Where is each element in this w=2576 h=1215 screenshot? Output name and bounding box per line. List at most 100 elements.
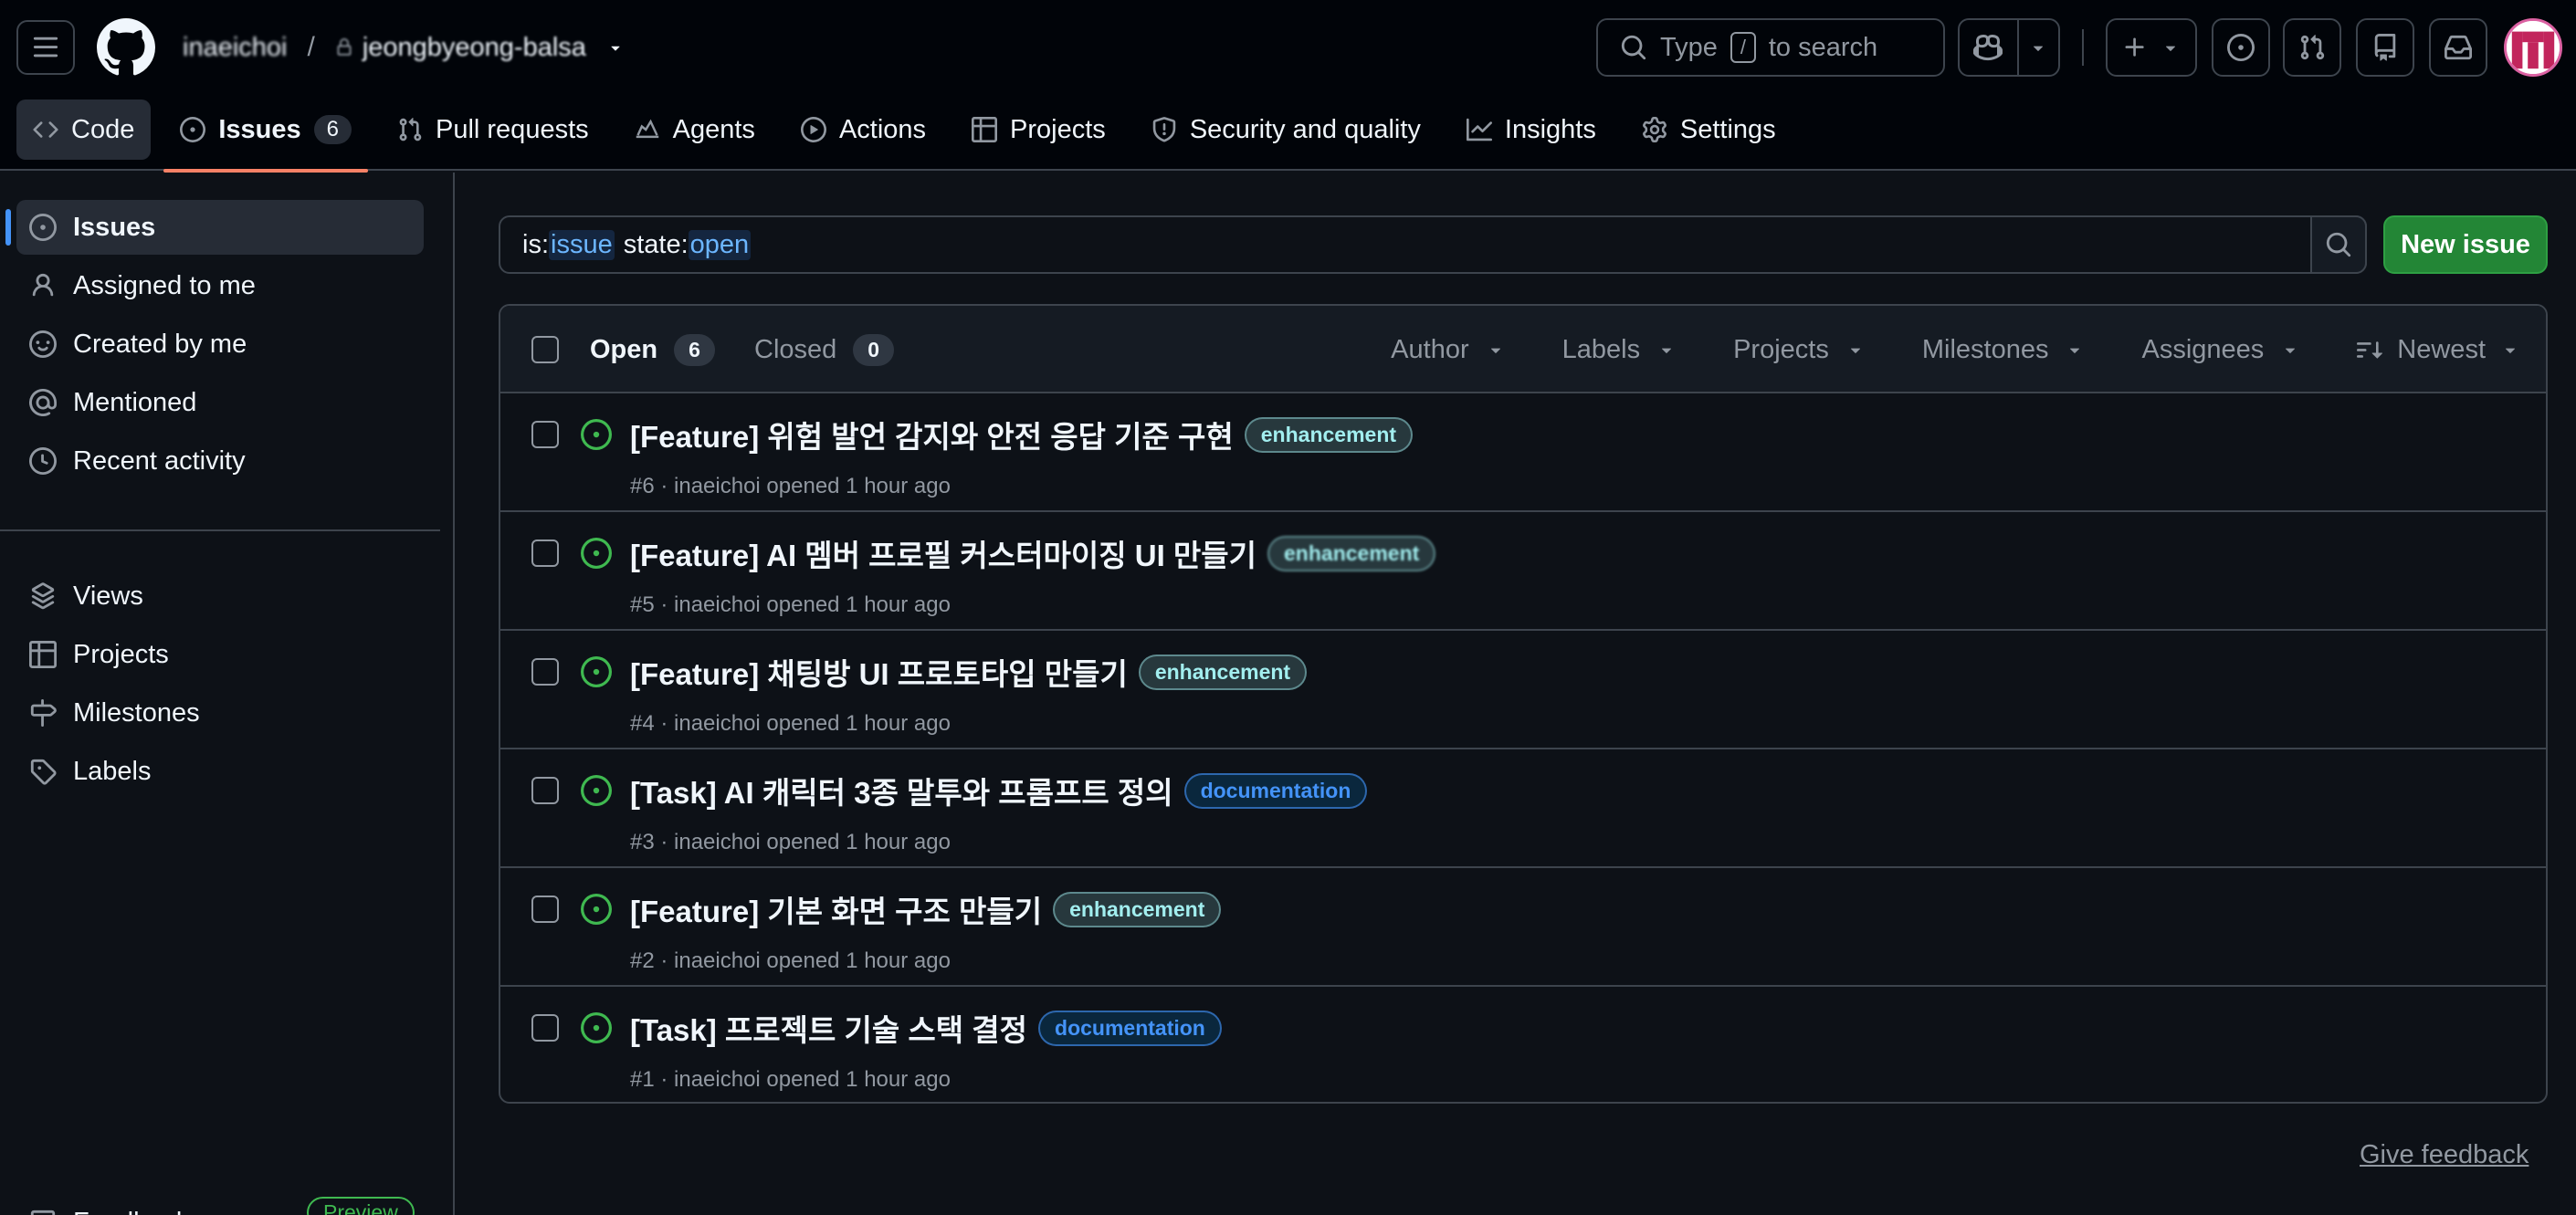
sidebar-item-label: Feedback [73,1208,189,1215]
sidebar-item-labels[interactable]: Labels [16,744,424,799]
breadcrumb-owner[interactable]: inaeichoi [183,33,287,63]
new-issue-button[interactable]: New issue [2383,215,2548,274]
triangle-down-icon [2034,46,2044,51]
sidebar-item-projects[interactable]: Projects [16,627,424,682]
issue-title-line: [Feature] 위험 발언 감지와 안전 응답 기준 구현 enhancem… [630,412,1414,457]
issue-checkbox[interactable] [531,1014,559,1042]
create-new-button[interactable] [2106,18,2197,77]
notifications-button[interactable] [2429,18,2487,77]
issues-list-header: Open 6 Closed 0 Author Labels Projects M… [500,306,2546,393]
tab-label: Insights [1504,114,1596,144]
repositories-button[interactable] [2356,18,2414,77]
query-key-state: state: [623,229,689,259]
filter-search-button[interactable] [2310,215,2367,274]
issue-title-link[interactable]: [Task] 프로젝트 기술 스택 결정 [630,1006,1027,1050]
triangle-down-icon [2165,46,2176,51]
repo-nav-tabs: Code Issues 6 Pull requests Agents Actio… [16,97,1805,173]
milestones-filter-dropdown[interactable]: Milestones [1922,335,2086,365]
issue-opened-icon [581,656,612,687]
labels-filter-dropdown[interactable]: Labels [1562,335,1677,365]
sidebar-divider [0,529,440,531]
issue-row[interactable]: [Feature] AI 멤버 프로필 커스터마이징 UI 만들기 enhanc… [500,512,2546,631]
sort-dropdown[interactable]: Newest [2357,335,2520,365]
sidebar-item-recent[interactable]: Recent activity [16,434,424,488]
sidebar-item-assigned[interactable]: Assigned to me [16,258,424,313]
tab-agents[interactable]: Agents [618,100,772,160]
triangle-down-icon [2505,348,2516,353]
filter-label: Author [1391,334,1469,364]
tab-label: Pull requests [435,114,589,144]
issue-title-link[interactable]: [Feature] 채팅방 UI 프로토타입 만들기 [630,650,1128,694]
global-search-input[interactable]: Type / to search [1596,18,1945,77]
sidebar-item-created[interactable]: Created by me [16,317,424,372]
search-shortcut-key: / [1730,32,1756,63]
closed-issues-tab[interactable]: Closed 0 [754,328,895,372]
sidebar-item-views[interactable]: Views [16,569,424,623]
copilot-dropdown-button[interactable] [2019,20,2058,75]
issue-title-link[interactable]: [Task] AI 캐릭터 3종 말투와 프롬프트 정의 [630,769,1173,812]
issue-opened-icon [180,117,206,142]
triangle-down-icon [1662,348,1672,353]
issue-label-badge[interactable]: enhancement [1244,416,1414,453]
issue-label-badge[interactable]: enhancement [1138,654,1308,690]
tab-insights[interactable]: Insights [1450,100,1613,160]
issue-title-line: [Feature] 기본 화면 구조 만들기 enhancement [630,886,1222,932]
menu-button[interactable] [16,20,75,75]
tab-projects[interactable]: Projects [955,100,1122,160]
issue-opened-icon [581,538,612,569]
issue-label-badge[interactable]: documentation [1038,1010,1222,1046]
sidebar-item-label: Assigned to me [73,270,256,300]
user-avatar[interactable] [2504,18,2562,77]
tab-settings[interactable]: Settings [1625,100,1793,160]
open-issues-tab[interactable]: Open 6 [590,328,715,372]
issue-opened-icon [581,775,612,806]
tab-issues-count: 6 [313,115,352,144]
copilot-button[interactable] [1960,20,2019,75]
code-icon [33,121,58,138]
tab-issues[interactable]: Issues 6 [163,100,368,173]
github-logo-icon[interactable] [97,18,155,77]
issue-row[interactable]: [Task] 프로젝트 기술 스택 결정 documentation #1 · … [500,987,2546,1102]
sidebar-item-milestones[interactable]: Milestones [16,686,424,740]
select-all-checkbox[interactable] [531,336,559,363]
issue-checkbox[interactable] [531,658,559,686]
issue-meta: #1 · inaeichoi opened 1 hour ago [630,1067,951,1092]
issue-checkbox[interactable] [531,539,559,567]
projects-filter-dropdown[interactable]: Projects [1733,335,1866,365]
issue-checkbox[interactable] [531,896,559,923]
tab-code[interactable]: Code [16,100,152,160]
issue-row[interactable]: [Task] AI 캐릭터 3종 말투와 프롬프트 정의 documentati… [500,749,2546,868]
issues-filter-input[interactable]: is: issue state: open [499,215,2367,274]
issue-label-badge[interactable]: enhancement [1053,891,1222,927]
issue-row[interactable]: [Feature] 기본 화면 구조 만들기 enhancement #2 · … [500,868,2546,987]
issue-opened-icon [29,214,57,241]
tab-pull-requests[interactable]: Pull requests [381,100,605,160]
sidebar-item-issues[interactable]: Issues [5,200,424,255]
triangle-down-icon[interactable] [606,38,625,57]
breadcrumb-repo[interactable]: jeongbyeong-balsa [335,33,586,63]
sidebar-item-mentioned[interactable]: Mentioned [16,375,424,430]
your-issues-button[interactable] [2212,18,2270,77]
issue-checkbox[interactable] [531,777,559,804]
sidebar-item-label: Created by me [73,329,247,359]
issue-row[interactable]: [Feature] 채팅방 UI 프로토타입 만들기 enhancement #… [500,631,2546,749]
tab-label: Code [71,114,135,144]
tab-actions[interactable]: Actions [784,100,942,160]
assignees-filter-dropdown[interactable]: Assignees [2141,335,2300,365]
issue-title-link[interactable]: [Feature] 기본 화면 구조 만들기 [630,887,1042,931]
mention-icon [29,389,57,416]
issue-title-link[interactable]: [Feature] AI 멤버 프로필 커스터마이징 UI 만들기 [630,531,1256,575]
tab-security[interactable]: Security and quality [1135,100,1437,160]
sidebar-item-feedback[interactable]: Feedback Preview [29,1195,415,1215]
milestone-icon [30,699,57,727]
give-feedback-link[interactable]: Give feedback [2360,1140,2529,1170]
issue-row[interactable]: [Feature] 위험 발언 감지와 안전 응답 기준 구현 enhancem… [500,393,2546,512]
issue-checkbox[interactable] [531,421,559,448]
shield-icon [1152,117,1176,142]
breadcrumb: inaeichoi / jeongbyeong-balsa [183,27,625,68]
issue-label-badge[interactable]: documentation [1183,772,1368,809]
issue-label-badge[interactable]: enhancement [1267,535,1436,571]
your-pull-requests-button[interactable] [2283,18,2341,77]
author-filter-dropdown[interactable]: Author [1391,335,1505,365]
issue-title-link[interactable]: [Feature] 위험 발언 감지와 안전 응답 기준 구현 [630,413,1234,456]
